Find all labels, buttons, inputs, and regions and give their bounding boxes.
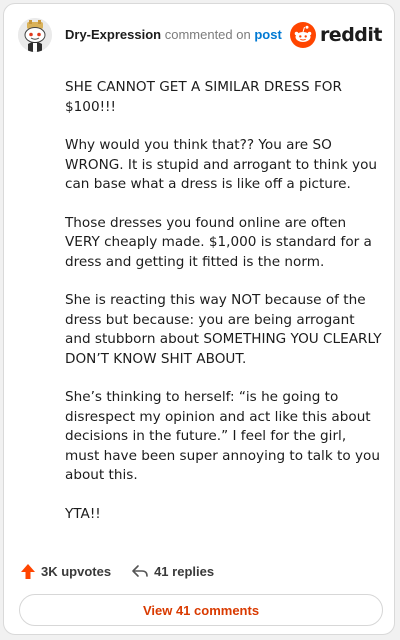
avatar[interactable]	[18, 18, 52, 52]
upvote-count: 3K upvotes	[41, 563, 112, 579]
comment-header: Dry-Expression commented on post reddit	[18, 18, 383, 54]
comment-paragraph: YTA!!	[65, 505, 101, 522]
comment-paragraph: Those dresses you found online are often…	[65, 214, 372, 270]
comment-paragraph: SHE CANNOT GET A SIMILAR DRESS FOR $100!…	[65, 79, 342, 115]
post-link[interactable]: post	[254, 27, 281, 42]
upvote-button[interactable]: 3K upvotes	[20, 563, 111, 580]
reddit-wordmark: reddit	[319, 24, 383, 46]
reply-button[interactable]: 41 replies	[131, 563, 214, 579]
snoo-avatar-icon	[18, 18, 52, 52]
comment-card: Dry-Expression commented on post reddit …	[3, 3, 395, 635]
view-comments-button[interactable]: View 41 comments	[19, 594, 383, 626]
reply-arrow-icon	[132, 565, 148, 577]
upvote-arrow-icon	[21, 563, 35, 579]
comment-paragraph: She’s thinking to herself: “is he going …	[65, 389, 380, 483]
comment-paragraph: Why would you think that?? You are SO WR…	[65, 137, 378, 192]
comment-paragraph: She is reacting this way NOT because of …	[65, 292, 382, 367]
username[interactable]: Dry-Expression	[65, 27, 161, 42]
comment-body: SHE CANNOT GET A SIMILAR DRESS FOR $100!…	[65, 78, 383, 543]
commented-on-text: commented on	[164, 27, 251, 42]
reply-count: 41 replies	[154, 563, 215, 579]
comment-meta: Dry-Expression commented on post	[65, 27, 282, 43]
reddit-logo-icon	[289, 22, 316, 48]
reddit-logo[interactable]: reddit	[289, 21, 383, 49]
comment-actions: 3K upvotes 41 replies	[20, 560, 234, 582]
